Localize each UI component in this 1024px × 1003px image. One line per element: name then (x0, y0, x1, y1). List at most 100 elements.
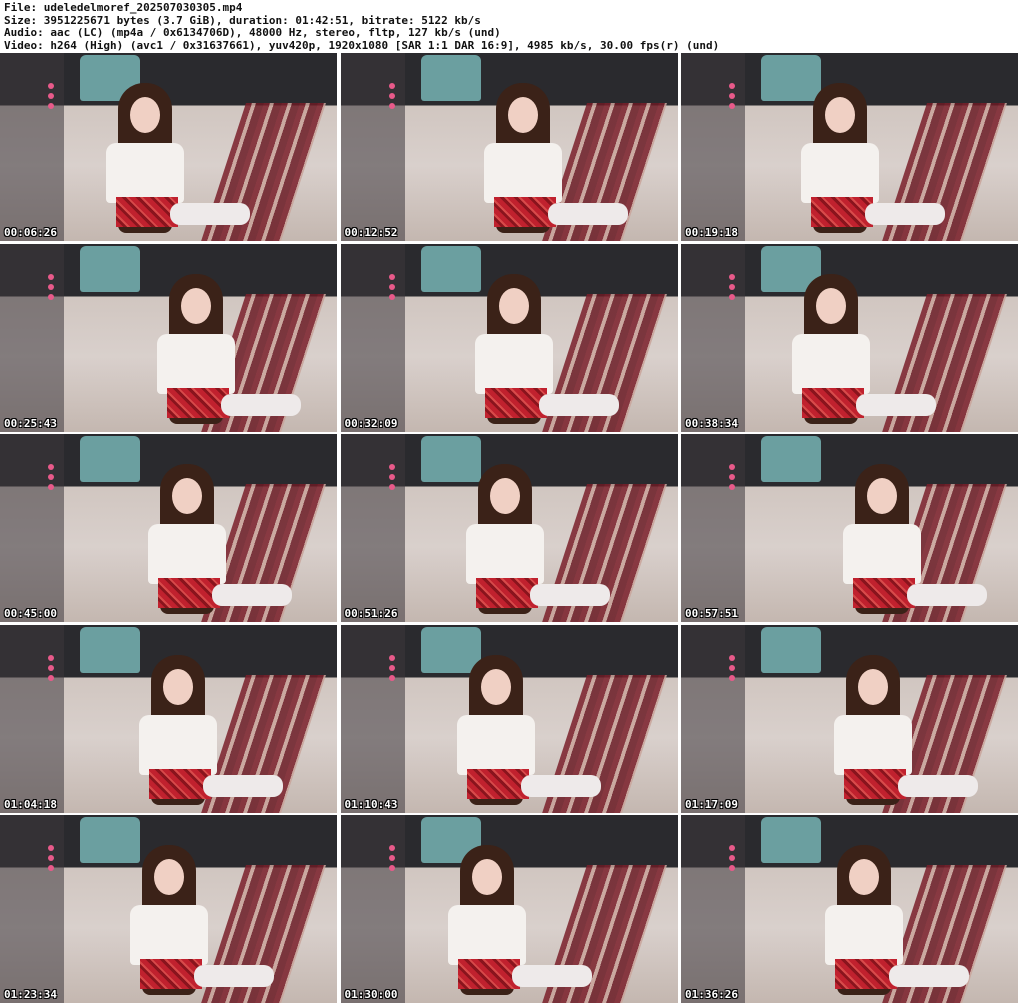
person-figure (442, 845, 592, 995)
overlay-dot (729, 654, 735, 661)
video-thumbnail[interactable]: 00:51:26 (340, 434, 678, 622)
stream-overlay-panel (0, 53, 64, 241)
skirt (493, 197, 556, 227)
shirt (465, 524, 544, 584)
video-thumbnail[interactable]: 00:12:52 (340, 53, 678, 241)
video-thumbnail[interactable]: 01:30:00 (340, 815, 678, 1003)
armchair (80, 436, 140, 482)
video-thumbnail[interactable]: 01:04:18 (0, 624, 337, 813)
legs (889, 965, 969, 987)
person-figure (828, 654, 978, 805)
stream-overlay-panel (681, 243, 745, 432)
skirt (457, 959, 520, 989)
thumbnail-timestamp: 00:06:26 (4, 226, 57, 239)
legs (170, 203, 250, 225)
stream-overlay-panel (340, 434, 405, 622)
file-size-line: Size: 3951225671 bytes (3.7 GiB), durati… (4, 14, 481, 27)
skirt (475, 578, 538, 608)
armchair (761, 817, 821, 863)
video-thumbnail[interactable]: 01:23:34 (0, 815, 337, 1003)
shirt (483, 143, 562, 203)
video-thumbnail[interactable]: 01:36:26 (681, 815, 1018, 1003)
video-thumbnail[interactable]: 00:19:18 (681, 53, 1018, 241)
overlay-dot (729, 464, 735, 470)
skirt (811, 197, 873, 227)
video-thumbnail[interactable]: 01:10:43 (340, 624, 678, 813)
armchair (420, 55, 481, 101)
thumbnail-timestamp: 00:19:18 (685, 226, 738, 239)
face (130, 97, 160, 133)
skirt (484, 387, 547, 418)
face (849, 859, 879, 895)
overlay-dot (48, 83, 54, 89)
face (154, 859, 184, 895)
thumbnail-timestamp: 00:25:43 (4, 416, 57, 430)
stream-overlay-panel (340, 53, 405, 241)
person-figure (460, 464, 610, 614)
thumbnail-timestamp: 01:10:43 (344, 797, 398, 811)
overlay-dot (388, 103, 395, 109)
overlay-dot (729, 855, 735, 861)
audio-info-line: Audio: aac (LC) (mp4a / 0x6134706D), 480… (4, 27, 501, 39)
face (498, 287, 529, 324)
overlay-dot (388, 83, 395, 89)
face (858, 668, 888, 705)
legs (907, 584, 987, 606)
overlay-dot (388, 674, 395, 681)
overlay-dot (388, 664, 395, 671)
skirt (167, 387, 229, 418)
person-figure (451, 654, 601, 805)
shirt (825, 905, 903, 965)
stream-overlay-panel (681, 624, 745, 813)
file-name-line: File: udeledelmoref_202507030305.mp4 (4, 2, 243, 14)
video-thumbnail[interactable]: 00:57:51 (681, 434, 1018, 622)
legs (221, 393, 301, 416)
person-figure (795, 83, 945, 233)
overlay-dot (729, 474, 735, 480)
video-thumbnail[interactable]: 00:06:26 (0, 53, 337, 241)
legs (529, 584, 610, 606)
legs (856, 393, 936, 416)
person-figure (819, 845, 969, 995)
thumbnail-timestamp: 00:38:34 (685, 416, 738, 430)
skirt (149, 768, 211, 799)
overlay-dot (48, 464, 54, 470)
shirt (130, 905, 208, 965)
video-thumbnail[interactable]: 00:32:09 (340, 243, 678, 432)
thumbnail-timestamp: 00:57:51 (685, 607, 738, 620)
overlay-dot (388, 464, 395, 470)
skirt (116, 197, 178, 227)
overlay-dot (729, 664, 735, 671)
thumbnail-timestamp: 00:12:52 (344, 226, 398, 239)
video-thumbnail[interactable]: 00:45:00 (0, 434, 337, 622)
video-thumbnail[interactable]: 01:17:09 (681, 624, 1018, 813)
overlay-dot (388, 283, 395, 290)
overlay-dot (48, 474, 54, 480)
face (867, 478, 897, 514)
armchair (761, 436, 821, 482)
shirt (447, 905, 526, 965)
overlay-dot (388, 474, 395, 480)
thumbnail-timestamp: 01:17:09 (685, 797, 738, 811)
armchair (80, 245, 140, 292)
overlay-dot (388, 865, 395, 871)
legs (212, 584, 292, 606)
legs (547, 203, 628, 225)
person-figure (142, 464, 292, 614)
legs (538, 393, 619, 416)
thumbnail-timestamp: 01:30:00 (344, 988, 398, 1001)
person-figure (469, 273, 619, 424)
shirt (834, 714, 912, 775)
video-thumbnail[interactable]: 00:38:34 (681, 243, 1018, 432)
overlay-dot (388, 293, 395, 300)
overlay-dot (388, 855, 395, 861)
overlay-dot (729, 845, 735, 851)
thumbnail-timestamp: 00:32:09 (344, 416, 398, 430)
stream-overlay-panel (0, 243, 64, 432)
overlay-dot (729, 283, 735, 290)
overlay-dot (729, 484, 735, 490)
overlay-dot (48, 273, 54, 280)
overlay-dot (729, 103, 735, 109)
face (163, 668, 193, 705)
video-thumbnail[interactable]: 00:25:43 (0, 243, 337, 432)
